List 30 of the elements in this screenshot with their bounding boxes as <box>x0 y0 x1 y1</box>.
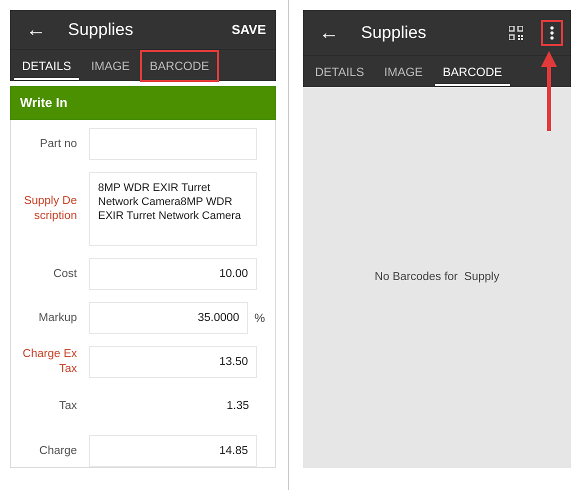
tab[interactable]: IMAGE <box>374 56 433 88</box>
field-label: Supply De scription <box>22 194 78 224</box>
more-icon <box>550 26 554 40</box>
field-label: Markup <box>38 310 78 325</box>
field-value: 1.35 <box>226 398 250 414</box>
input-field[interactable]: 35.0000 <box>89 302 248 334</box>
tab[interactable]: DETAILS <box>12 50 82 82</box>
section-header: Write In <box>10 86 276 120</box>
tab[interactable]: DETAILS <box>305 56 374 88</box>
field-label: Part no <box>38 136 78 151</box>
field-label: Charge <box>38 444 78 458</box>
back-button[interactable]: ← <box>22 20 50 40</box>
field-label: Cost <box>52 266 78 281</box>
text-area[interactable]: 8MP WDR EXIR Turret Network Camera8MP WDR EXIR Turret Network Camera <box>89 172 257 246</box>
field-label: Tax <box>58 399 78 414</box>
unit-label: % <box>254 310 265 327</box>
screen-title: Supplies <box>68 18 134 41</box>
tab[interactable]: BARCODE <box>432 56 512 88</box>
tab[interactable]: BARCODE <box>140 50 220 82</box>
qr-code-icon <box>509 26 523 40</box>
screen-title: Supplies <box>361 22 428 44</box>
back-button[interactable]: ← <box>315 22 343 42</box>
save-button[interactable]: SAVE <box>230 18 268 42</box>
input-field[interactable]: 14.85 <box>89 435 257 467</box>
tab[interactable]: IMAGE <box>81 50 140 82</box>
input-field[interactable]: 13.50 <box>89 346 257 378</box>
field-label: Charge Ex Tax <box>22 347 78 376</box>
more-menu-button[interactable] <box>541 20 563 46</box>
empty-message: No Barcodes for Supply <box>374 270 500 285</box>
input-field[interactable]: 10.00 <box>89 258 257 290</box>
